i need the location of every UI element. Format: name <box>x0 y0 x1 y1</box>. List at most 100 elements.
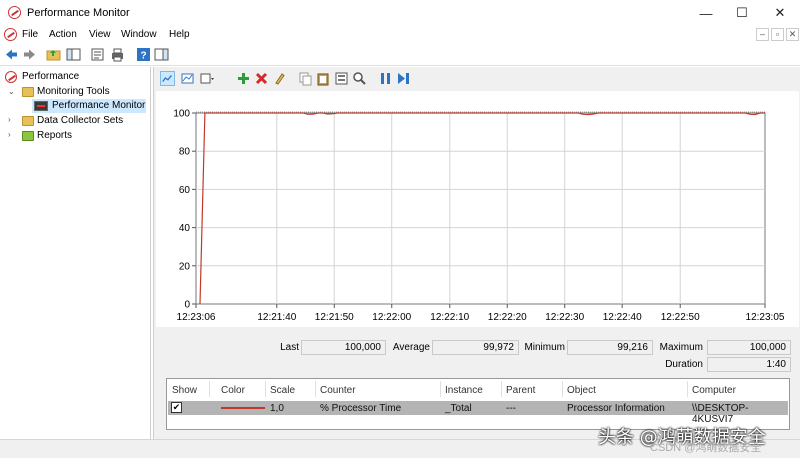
svg-text:?: ? <box>140 51 146 62</box>
mdi-minimize-button[interactable]: – <box>756 28 769 41</box>
last-label: Last <box>280 342 299 353</box>
maximum-label: Maximum <box>659 342 703 353</box>
tree-item-data-collector-sets[interactable]: › Data Collector Sets <box>4 114 144 128</box>
stats-row-primary: Last 100,000 Average 99,972 Minimum 99,2… <box>156 339 799 356</box>
plot-frame <box>195 112 766 305</box>
mdi-restore-button[interactable]: ▫ <box>771 28 784 41</box>
tree-item-performance-monitor[interactable]: Performance Monitor <box>32 99 146 113</box>
stats-row-secondary: Duration 1:40 <box>156 356 799 373</box>
menu-view[interactable]: View <box>89 29 111 40</box>
x-tick-label: 12:21:50 <box>315 312 354 323</box>
menu-file[interactable]: File <box>22 29 38 40</box>
view-current-activity-icon[interactable] <box>160 71 175 86</box>
title-bar: Performance Monitor — ☐ ✕ <box>0 0 800 26</box>
menu-bar: File Action View Window Help – ▫ ✕ <box>0 26 800 44</box>
mdi-close-button[interactable]: ✕ <box>786 28 799 41</box>
properties-icon[interactable] <box>334 71 349 86</box>
x-tick-label: 12:23:05 <box>746 312 785 323</box>
delete-counter-icon[interactable] <box>254 71 269 86</box>
performance-monitor-pane: 100 80 60 40 20 0 12:23:06 12:21:40 12:21:50 12:2… <box>153 67 800 439</box>
copy-properties-icon[interactable] <box>298 71 313 86</box>
change-graph-type-icon[interactable] <box>180 71 195 86</box>
show-checkbox[interactable]: ✔ <box>171 402 182 413</box>
column-separator <box>687 381 688 397</box>
close-button[interactable]: ✕ <box>762 0 798 26</box>
graph-type-dropdown-icon[interactable] <box>200 71 215 86</box>
column-separator <box>440 381 441 397</box>
chevron-right-icon[interactable]: › <box>8 130 11 139</box>
menu-action[interactable]: Action <box>49 29 77 40</box>
cell-instance: _Total <box>445 403 472 414</box>
chevron-down-icon[interactable]: ⌄ <box>8 87 15 96</box>
y-tick-label: 100 <box>173 109 190 120</box>
zoom-icon[interactable] <box>352 71 367 86</box>
menu-help[interactable]: Help <box>169 29 190 40</box>
performance-monitor-app-icon <box>8 6 21 19</box>
system-menu-icon[interactable] <box>4 28 17 41</box>
tree-item-monitoring-tools[interactable]: ⌄ Monitoring Tools <box>4 85 144 99</box>
minimize-button[interactable]: — <box>688 0 724 26</box>
column-header-instance[interactable]: Instance <box>445 385 483 396</box>
counter-color-swatch <box>221 407 265 409</box>
watermark-sub: CSDN @鸿萌数据安全 <box>650 442 762 454</box>
column-header-show[interactable]: Show <box>172 385 197 396</box>
add-counter-icon[interactable] <box>236 71 251 86</box>
cell-computer: \\DESKTOP-4KUSVI7 <box>692 403 749 425</box>
duration-label: Duration <box>665 359 703 370</box>
properties-icon[interactable] <box>90 47 105 62</box>
y-tick-label: 0 <box>184 300 190 311</box>
chevron-right-icon[interactable]: › <box>8 115 11 124</box>
cell-scale: 1,0 <box>270 403 284 414</box>
cell-parent: --- <box>506 403 516 414</box>
print-icon[interactable] <box>110 47 125 62</box>
column-separator <box>315 381 316 397</box>
help-icon[interactable]: ? <box>136 47 151 62</box>
performance-icon <box>5 71 17 83</box>
navigation-tree: Performance ⌄ Monitoring Tools Performan… <box>0 67 151 439</box>
folder-icon <box>22 87 34 97</box>
duration-value: 1:40 <box>707 357 791 372</box>
forward-icon[interactable] <box>22 47 37 62</box>
show-hide-tree-icon[interactable] <box>66 47 81 62</box>
back-icon[interactable] <box>4 47 19 62</box>
y-tick-label: 40 <box>179 223 191 234</box>
y-tick-label: 60 <box>179 185 191 196</box>
reports-icon <box>22 131 34 141</box>
column-separator <box>562 381 563 397</box>
up-folder-icon[interactable] <box>46 47 61 62</box>
column-header-color[interactable]: Color <box>221 385 245 396</box>
column-header-scale[interactable]: Scale <box>270 385 295 396</box>
column-header-object[interactable]: Object <box>567 385 596 396</box>
menu-window[interactable]: Window <box>121 29 157 40</box>
tree-label-performance-monitor: Performance Monitor <box>52 100 146 111</box>
minimum-label: Minimum <box>524 342 565 353</box>
show-hide-action-pane-icon[interactable] <box>154 47 169 62</box>
update-data-icon[interactable] <box>396 71 411 86</box>
x-tick-label: 12:22:00 <box>372 312 411 323</box>
line-chart[interactable]: 100 80 60 40 20 0 12:23:06 12:21:40 12:21:50 12:2… <box>156 91 799 327</box>
x-tick-label: 12:22:20 <box>488 312 527 323</box>
y-tick-label: 20 <box>179 261 191 272</box>
tree-item-performance[interactable]: Performance <box>4 70 144 84</box>
paste-counter-list-icon[interactable] <box>316 71 331 86</box>
column-header-counter[interactable]: Counter <box>320 385 356 396</box>
folder-icon <box>22 116 34 126</box>
last-value: 100,000 <box>301 340 386 355</box>
tree-label-reports: Reports <box>37 130 73 141</box>
tree-label-data-collector-sets: Data Collector Sets <box>37 115 124 126</box>
graph-toolbar <box>156 69 799 89</box>
column-separator <box>265 381 266 397</box>
x-tick-label: 12:22:10 <box>430 312 469 323</box>
cell-counter: % Processor Time <box>320 403 402 414</box>
column-header-parent[interactable]: Parent <box>506 385 535 396</box>
x-tick-label: 12:23:06 <box>177 312 216 323</box>
maximize-button[interactable]: ☐ <box>724 0 760 26</box>
minimum-value: 99,216 <box>567 340 653 355</box>
tree-label-performance: Performance <box>22 71 80 82</box>
column-header-computer[interactable]: Computer <box>692 385 736 396</box>
highlight-icon[interactable] <box>272 71 287 86</box>
performance-monitor-icon <box>34 101 48 111</box>
tree-item-reports[interactable]: › Reports <box>4 129 144 143</box>
cell-object: Processor Information <box>567 403 665 414</box>
freeze-display-icon[interactable] <box>378 71 393 86</box>
